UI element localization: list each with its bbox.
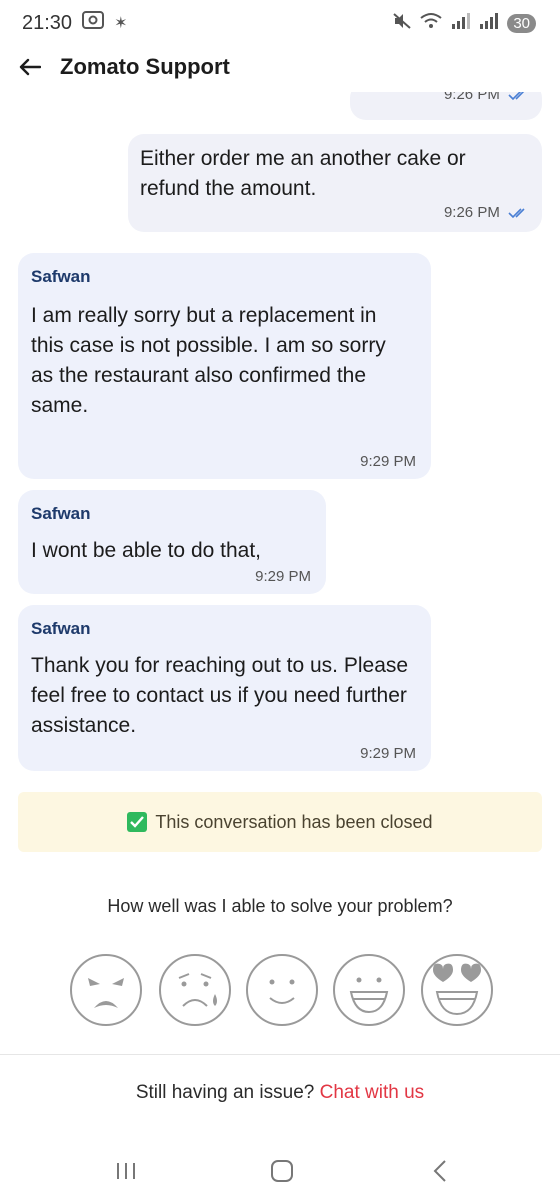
incoming-message: Safwan Thank you for reaching out to us.… <box>18 605 431 771</box>
check-icon <box>127 812 148 832</box>
still-having-issue: Still having an issue? Chat with us <box>0 1082 560 1104</box>
app-header: Zomato Support <box>0 42 560 92</box>
angry-face-icon[interactable] <box>68 952 144 1028</box>
message-text: Thank you for reaching out to us. Please… <box>31 654 409 737</box>
signal-icon <box>479 12 499 34</box>
page-title: Zomato Support <box>60 54 230 79</box>
still-issue-text: Still having an issue? <box>135 1082 315 1103</box>
screenshot-icon <box>82 11 105 35</box>
message-text: I wont be able to do that, <box>31 539 261 562</box>
rating-faces <box>0 950 560 1030</box>
message-time: 9:29 PM <box>360 745 416 762</box>
status-bar: 21:30 ✶ 30 <box>0 0 560 46</box>
back-nav-icon[interactable] <box>420 1154 460 1188</box>
back-arrow-icon[interactable] <box>16 53 44 81</box>
love-face-icon[interactable] <box>419 952 495 1028</box>
wifi-icon <box>419 12 443 35</box>
incoming-message: Safwan I am really sorry but a replaceme… <box>18 253 431 479</box>
message-time: 9:26 PM <box>444 204 530 221</box>
sender-name: Safwan <box>31 504 91 523</box>
home-icon[interactable] <box>262 1154 302 1188</box>
chat-area[interactable]: 9:26 PM Either order me an another cake … <box>0 92 560 772</box>
sender-name: Safwan <box>31 267 91 286</box>
sad-face-icon[interactable] <box>157 952 233 1028</box>
closed-text: This conversation has been closed <box>155 811 433 832</box>
signal-icon <box>451 12 471 34</box>
double-check-icon <box>508 92 525 101</box>
incoming-message: Safwan I wont be able to do that, 9:29 P… <box>18 490 326 594</box>
message-time: 9:26 PM <box>444 92 530 103</box>
mute-icon <box>393 12 411 34</box>
recent-apps-icon[interactable] <box>106 1154 146 1188</box>
divider <box>0 1054 560 1055</box>
battery-icon: 30 <box>507 13 536 33</box>
rating-question: How well was I able to solve your proble… <box>107 896 453 916</box>
status-time: 21:30 <box>22 11 73 34</box>
settings-icon: ✶ <box>114 15 128 32</box>
system-nav-bar <box>0 1140 560 1200</box>
message-time: 9:29 PM <box>360 453 416 470</box>
double-check-icon <box>508 208 525 219</box>
chat-with-us-link[interactable]: Chat with us <box>320 1082 425 1103</box>
happy-face-icon[interactable] <box>331 952 407 1028</box>
outgoing-message: 9:26 PM <box>350 92 542 120</box>
outgoing-message: Either order me an another cake or refun… <box>128 134 542 232</box>
message-text: I am really sorry but a replacement in t… <box>31 304 386 417</box>
sender-name: Safwan <box>31 619 91 638</box>
conversation-closed-banner: This conversation has been closed <box>18 792 542 852</box>
neutral-smile-face-icon[interactable] <box>244 952 320 1028</box>
message-text: Either order me an another cake or refun… <box>140 147 466 200</box>
message-time: 9:29 PM <box>255 568 311 585</box>
